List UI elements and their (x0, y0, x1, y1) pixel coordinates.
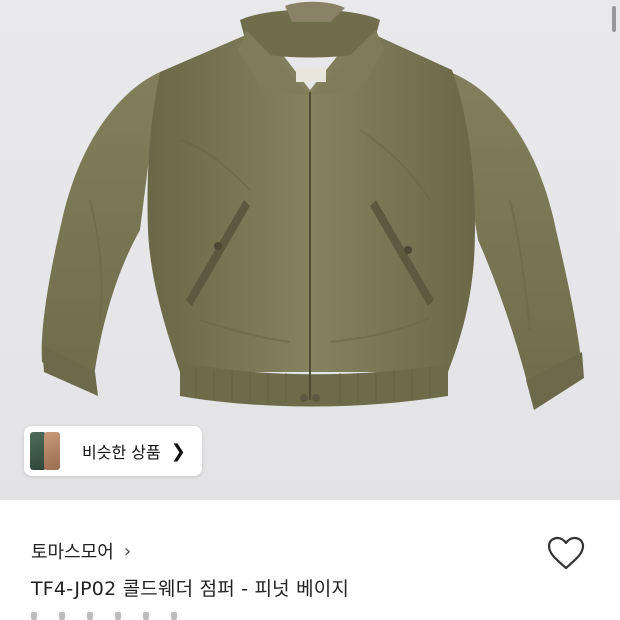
scroll-indicator (612, 6, 616, 32)
similar-thumbnail (44, 432, 60, 470)
chevron-right-icon: ❯ (170, 440, 186, 462)
heart-outline-icon (547, 536, 585, 570)
wishlist-button[interactable] (546, 533, 586, 573)
similar-thumbnails (24, 426, 62, 476)
partial-row (31, 612, 177, 620)
brand-link[interactable]: 토마스모어 › (31, 538, 131, 564)
chevron-right-icon: › (123, 540, 132, 562)
brand-name: 토마스모어 (31, 542, 114, 563)
product-image[interactable] (0, 0, 620, 500)
jacket-illustration (41, 1, 584, 410)
product-title: TF4-JP02 콜드웨더 점퍼 - 피넛 베이지 (31, 578, 350, 600)
similar-products-label: 비슷한 상품 (82, 443, 161, 462)
similar-products-button[interactable]: 비슷한 상품 ❯ (24, 426, 202, 476)
